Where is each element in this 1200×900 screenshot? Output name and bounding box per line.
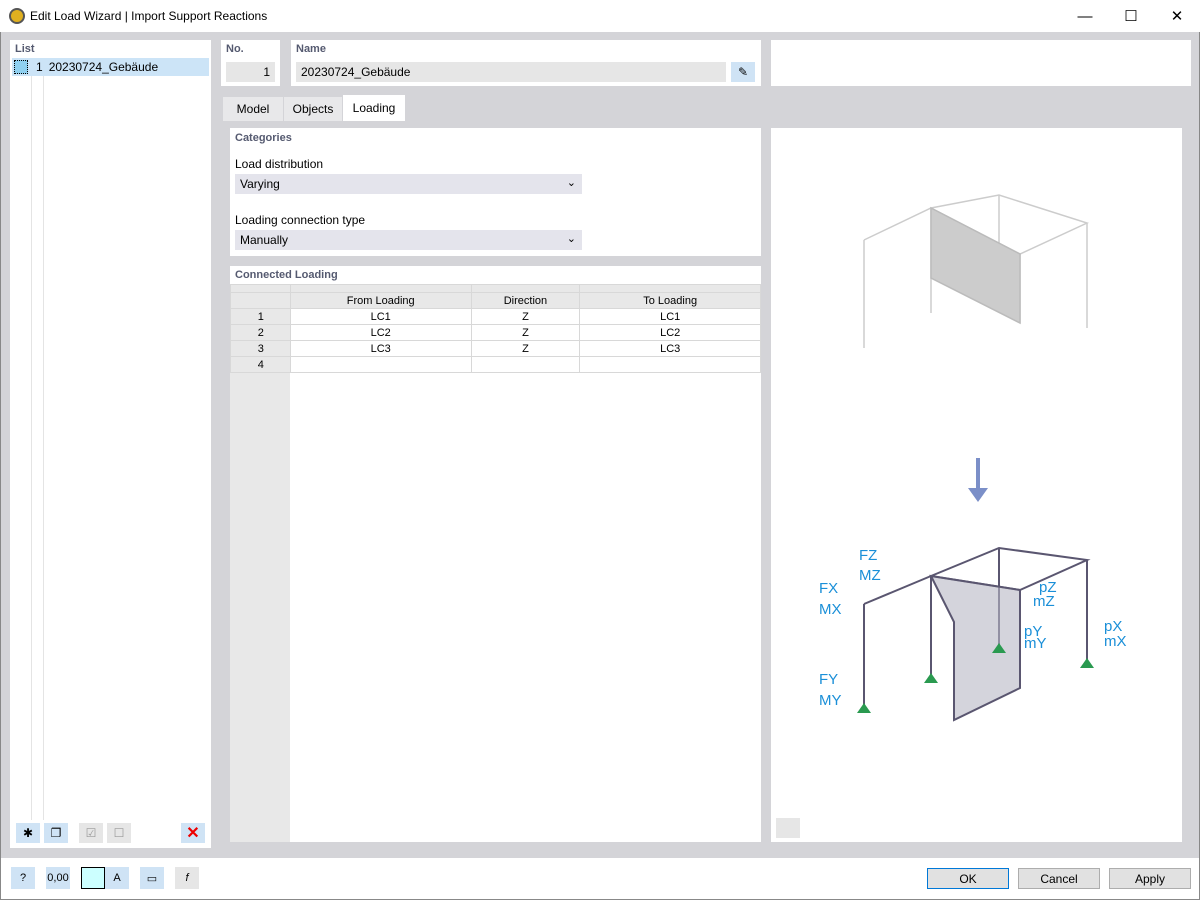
svg-text:mY: mY	[1024, 635, 1047, 652]
load-arrow-icon	[968, 458, 988, 502]
svg-text:mZ: mZ	[1033, 593, 1055, 610]
connected-loading-table: From Loading Direction To Loading 1 LC1 Z LC1…	[230, 284, 761, 373]
color-icon[interactable]	[81, 867, 105, 889]
footer: ? 0,00 A ▭ f OK Cancel Apply	[0, 858, 1200, 900]
table-row[interactable]: 4	[230, 356, 761, 373]
svg-text:FX: FX	[819, 580, 838, 597]
name-label: Name	[296, 43, 326, 55]
connection-type-value: Manually	[240, 233, 289, 247]
load-distribution-select[interactable]: Varying ⌄	[235, 174, 582, 194]
list-item-name: 20230724_Gebäude	[48, 60, 159, 74]
check-all-icon[interactable]: ☑	[79, 823, 103, 843]
chevron-down-icon: ⌄	[566, 233, 576, 245]
formula-icon[interactable]: f	[175, 867, 199, 889]
categories-title: Categories	[235, 132, 292, 144]
minimize-button[interactable]: —	[1062, 0, 1108, 32]
view-options-icon[interactable]	[776, 818, 800, 838]
help-icon[interactable]: ?	[11, 867, 35, 889]
comment-panel	[771, 40, 1191, 86]
units-icon[interactable]: 0,00	[46, 867, 70, 889]
load-distribution-value: Varying	[240, 177, 280, 191]
display-properties-icon[interactable]: A	[105, 867, 129, 889]
cancel-button[interactable]: Cancel	[1018, 868, 1100, 889]
table-row[interactable]: 3 LC3 Z LC3	[230, 340, 761, 357]
list-item-no: 1	[36, 60, 43, 74]
color-swatch	[14, 60, 28, 74]
toggle-check-icon[interactable]: ☐	[107, 823, 131, 843]
window-title: Edit Load Wizard | Import Support Reacti…	[30, 9, 268, 23]
table-row[interactable]: 2 LC2 Z LC2	[230, 324, 761, 341]
svg-text:FY: FY	[819, 671, 838, 688]
loaded-model	[863, 546, 1091, 722]
svg-text:MX: MX	[819, 601, 842, 618]
delete-icon[interactable]: ✕	[181, 823, 205, 843]
connected-loading-title: Connected Loading	[235, 269, 338, 281]
list-label: List	[15, 43, 35, 55]
close-button[interactable]: ✕	[1154, 0, 1200, 32]
connection-type-select[interactable]: Manually ⌄	[235, 230, 582, 250]
structure-diagram: FZMZ FXMX FYMY pZmZ pYmY pXmX	[776, 194, 1127, 838]
svg-text:MY: MY	[819, 692, 842, 709]
load-distribution-label: Load distribution	[235, 157, 324, 171]
name-panel: Name 20230724_Gebäude ✎	[291, 40, 761, 86]
title-bar: Edit Load Wizard | Import Support Reacti…	[0, 0, 1200, 32]
connected-loading-panel: Connected Loading From Loading Direction T…	[230, 266, 761, 842]
view-icon[interactable]: ▭	[140, 867, 164, 889]
tab-loading[interactable]: Loading	[343, 95, 405, 121]
maximize-button[interactable]: ☐	[1108, 0, 1154, 32]
edit-name-icon[interactable]: ✎	[731, 62, 755, 82]
list-item[interactable]: 1 20230724_Gebäude	[12, 58, 209, 76]
col-to-loading: To Loading	[579, 292, 761, 309]
chevron-down-icon: ⌄	[566, 177, 576, 189]
ok-button[interactable]: OK	[927, 868, 1009, 889]
categories-panel: Categories Load distribution Varying ⌄ Lo…	[230, 128, 761, 256]
no-label: No.	[226, 43, 244, 55]
svg-text:mX: mX	[1104, 633, 1127, 650]
new-item-icon[interactable]: ✱	[16, 823, 40, 843]
col-from-loading: From Loading	[289, 292, 472, 309]
preview-panel: FZ MZ FX MX FY MY pZ mZ pY mY pX mX	[771, 128, 1182, 842]
svg-text:MZ: MZ	[859, 567, 881, 584]
connection-type-label: Loading connection type	[235, 213, 366, 227]
no-panel: No. 1	[221, 40, 280, 86]
tab-objects[interactable]: Objects	[284, 97, 342, 121]
table-row[interactable]: 1 LC1 Z LC1	[230, 308, 761, 325]
apply-button[interactable]: Apply	[1109, 868, 1191, 889]
tab-model[interactable]: Model	[223, 97, 283, 121]
list-panel: List 1 20230724_Gebäude ✱ ❐ ☑ ☐ ✕	[10, 40, 211, 848]
no-field: 1	[226, 62, 275, 82]
model-wireframe	[863, 194, 1090, 348]
copy-item-icon[interactable]: ❐	[44, 823, 68, 843]
app-icon	[9, 8, 25, 24]
name-field[interactable]: 20230724_Gebäude	[296, 62, 726, 82]
svg-text:FZ: FZ	[859, 547, 877, 564]
col-direction: Direction	[470, 292, 581, 309]
dialog-body: List 1 20230724_Gebäude ✱ ❐ ☑ ☐ ✕ No. 1 …	[0, 32, 1200, 858]
